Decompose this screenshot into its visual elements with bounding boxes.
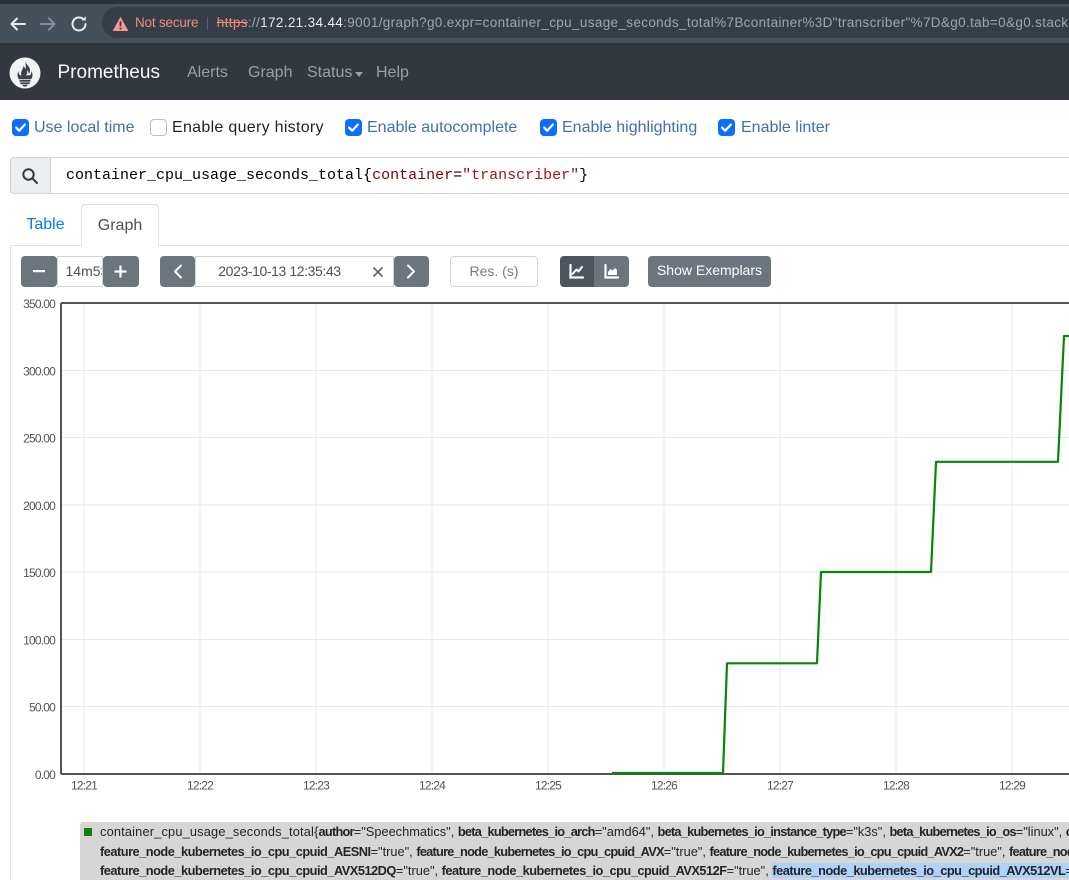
svg-text:0.00: 0.00 <box>35 768 56 782</box>
svg-text:12:23: 12:23 <box>303 779 330 793</box>
svg-text:250.00: 250.00 <box>23 432 56 446</box>
svg-text:12:25: 12:25 <box>535 779 562 793</box>
svg-text:200.00: 200.00 <box>23 499 56 513</box>
svg-text:12:21: 12:21 <box>71 779 98 793</box>
svg-text:12:26: 12:26 <box>651 779 678 793</box>
svg-text:12:29: 12:29 <box>999 779 1026 793</box>
svg-text:350.00: 350.00 <box>23 297 56 311</box>
svg-text:12:22: 12:22 <box>187 779 214 793</box>
svg-text:12:27: 12:27 <box>767 779 794 793</box>
svg-text:300.00: 300.00 <box>23 364 56 378</box>
svg-text:12:24: 12:24 <box>419 779 446 793</box>
svg-text:150.00: 150.00 <box>23 566 56 580</box>
svg-text:100.00: 100.00 <box>23 633 56 647</box>
svg-text:50.00: 50.00 <box>29 701 56 715</box>
svg-text:12:28: 12:28 <box>883 779 910 793</box>
